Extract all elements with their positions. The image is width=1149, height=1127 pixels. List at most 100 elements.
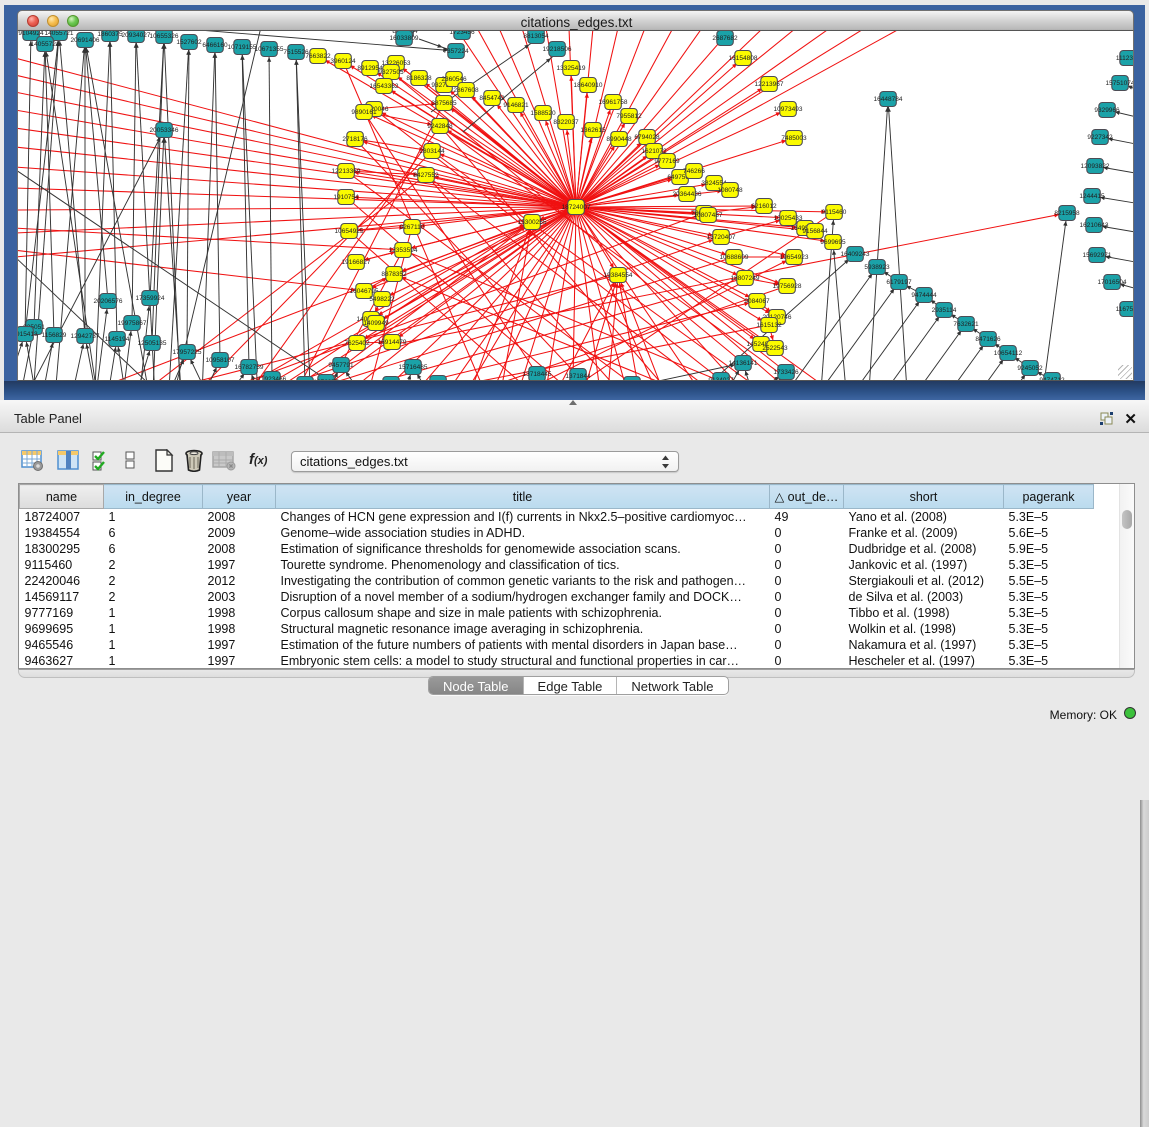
svg-text:12213369: 12213369 (332, 168, 361, 175)
svg-text:7955812: 7955812 (616, 113, 642, 120)
svg-text:2718176: 2718176 (342, 136, 368, 143)
svg-text:2935114: 2935114 (932, 307, 957, 314)
svg-text:9084067: 9084067 (744, 298, 770, 305)
svg-text:1615132: 1615132 (756, 322, 782, 329)
svg-text:2803144: 2803144 (419, 148, 445, 155)
svg-text:5938923: 5938923 (864, 264, 890, 271)
svg-text:1371844: 1371844 (565, 373, 591, 380)
svg-text:1112345: 1112345 (1116, 55, 1134, 62)
svg-text:12942737: 12942737 (71, 333, 100, 340)
svg-text:7625402: 7625402 (344, 340, 370, 347)
svg-text:8322037: 8322037 (553, 119, 579, 126)
svg-text:20053346: 20053346 (150, 127, 179, 134)
svg-text:18640910: 18640910 (574, 82, 603, 89)
svg-text:12093822: 12093822 (1081, 163, 1110, 170)
svg-text:12353594: 12353594 (389, 247, 418, 254)
svg-text:10973493: 10973493 (774, 106, 803, 113)
svg-text:14055721: 14055721 (31, 41, 60, 48)
svg-text:7663822: 7663822 (305, 53, 331, 60)
svg-text:8267110: 8267110 (400, 224, 425, 231)
svg-text:20206576: 20206576 (94, 298, 123, 305)
svg-text:8186328: 8186328 (406, 75, 432, 82)
svg-text:16409243: 16409243 (841, 251, 870, 258)
svg-text:13325419: 13325419 (557, 65, 586, 72)
svg-text:18724007: 18724007 (562, 204, 591, 211)
svg-text:14136141: 14136141 (729, 360, 758, 367)
svg-text:16210643: 16210643 (1080, 222, 1109, 229)
svg-text:20691406: 20691406 (71, 37, 100, 44)
svg-text:17359924: 17359924 (136, 295, 165, 302)
svg-text:9457791: 9457791 (328, 362, 354, 369)
svg-text:16961758: 16961758 (599, 99, 628, 106)
svg-text:15300255: 15300255 (518, 219, 547, 226)
svg-text:9327505: 9327505 (378, 69, 404, 76)
svg-text:8215958: 8215958 (1054, 210, 1080, 217)
svg-text:3915413: 3915413 (18, 331, 38, 338)
svg-text:1527602: 1527602 (176, 39, 202, 46)
svg-text:20934027: 20934027 (122, 32, 151, 39)
svg-text:9156844: 9156844 (802, 228, 828, 235)
svg-text:9227342: 9227342 (1087, 134, 1113, 141)
svg-text:2867608: 2867608 (453, 87, 479, 94)
svg-text:6179197: 6179197 (886, 279, 912, 286)
svg-text:8454749: 8454749 (479, 95, 505, 102)
svg-text:1244415: 1244415 (1079, 193, 1105, 200)
svg-text:8471626: 8471626 (975, 336, 1001, 343)
svg-text:1080748: 1080748 (717, 187, 743, 194)
svg-text:1910754: 1910754 (333, 194, 359, 201)
svg-text:9612345: 9612345 (425, 380, 451, 381)
svg-text:16914479: 16914479 (378, 339, 407, 346)
svg-text:1156829: 1156829 (42, 332, 67, 339)
svg-text:12213967: 12213967 (755, 81, 784, 88)
svg-text:11923466: 11923466 (258, 376, 287, 381)
svg-text:19218506: 19218506 (543, 46, 572, 53)
svg-text:1409949: 1409949 (363, 320, 389, 327)
svg-text:2360546: 2360546 (441, 76, 467, 83)
svg-text:3875685: 3875685 (431, 100, 457, 107)
svg-text:8427552: 8427552 (413, 172, 439, 179)
svg-text:16543362: 16543362 (370, 83, 399, 90)
svg-text:16782759: 16782759 (235, 364, 264, 371)
svg-text:10958107: 10958107 (206, 357, 235, 364)
svg-text:19384554: 19384554 (604, 272, 633, 279)
svg-text:17016504: 17016504 (1098, 279, 1127, 286)
svg-text:8878352: 8878352 (381, 271, 407, 278)
svg-text:10654112: 10654112 (994, 350, 1023, 357)
svg-text:16448784: 16448784 (874, 96, 903, 103)
svg-text:19756928: 19756928 (773, 283, 802, 290)
svg-text:10655326: 10655326 (150, 33, 179, 40)
svg-text:19975867: 19975867 (118, 320, 147, 327)
svg-text:9777169: 9777169 (654, 158, 680, 165)
svg-text:16033809: 16033809 (390, 35, 419, 42)
svg-text:12505135: 12505135 (138, 340, 167, 347)
svg-text:746266: 746266 (683, 168, 705, 175)
svg-text:18807249: 18807249 (731, 275, 760, 282)
svg-text:1723456: 1723456 (449, 31, 475, 36)
svg-text:9699695: 9699695 (820, 239, 846, 246)
svg-text:9146821: 9146821 (503, 102, 529, 109)
svg-text:1733426: 1733426 (773, 369, 799, 376)
svg-text:10654925: 10654925 (335, 228, 364, 235)
svg-text:15716485: 15716485 (399, 364, 428, 371)
svg-text:6216012: 6216012 (751, 203, 777, 210)
svg-text:7357224: 7357224 (443, 48, 469, 55)
svg-text:9245052: 9245052 (1017, 365, 1043, 372)
svg-text:1362615: 1362615 (580, 127, 606, 134)
svg-text:9474712: 9474712 (1039, 377, 1065, 381)
svg-text:10807487: 10807487 (694, 212, 723, 219)
svg-text:8813054: 8813054 (523, 33, 549, 40)
svg-text:1076277: 1076277 (313, 379, 339, 381)
svg-text:19166827: 19166827 (342, 259, 371, 266)
svg-text:15692971: 15692971 (1083, 252, 1112, 259)
svg-text:19654923: 19654923 (780, 254, 809, 261)
svg-text:15720407: 15720407 (707, 234, 736, 241)
svg-text:1145194: 1145194 (105, 336, 130, 343)
svg-text:6794028: 6794028 (634, 134, 660, 141)
svg-text:2687682: 2687682 (712, 35, 738, 42)
svg-text:10688609: 10688609 (720, 254, 749, 261)
svg-text:10719155: 10719155 (228, 44, 257, 51)
svg-text:7485003: 7485003 (781, 135, 807, 142)
svg-text:10671355: 10671355 (255, 46, 284, 53)
svg-text:17957225: 17957225 (173, 349, 202, 356)
svg-text:6466160: 6466160 (202, 42, 228, 49)
